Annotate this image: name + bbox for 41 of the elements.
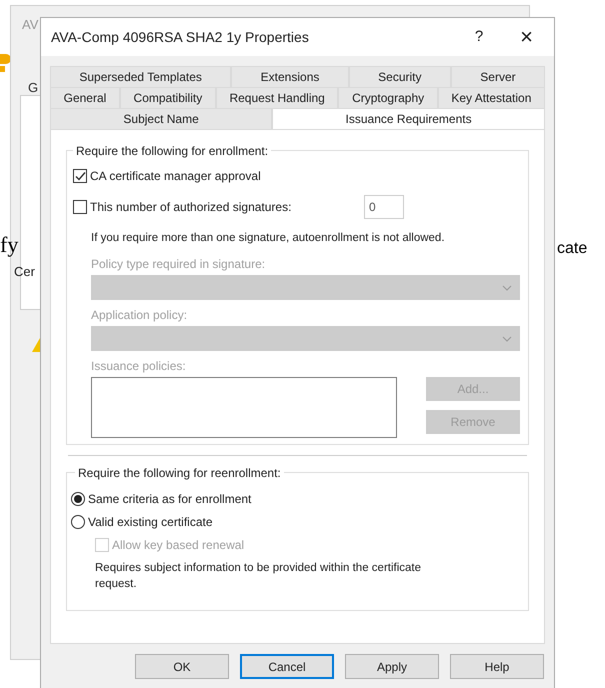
tab[interactable]: Cryptography [338, 87, 438, 108]
checkbox-label: CA certificate manager approval [90, 168, 261, 185]
dialog-button[interactable]: Cancel [240, 654, 334, 679]
checkbox-label: This number of authorized signatures: [90, 199, 292, 216]
window-title: AVA-Comp 4096RSA SHA2 1y Properties [51, 28, 310, 47]
number-field[interactable]: 0 [364, 195, 404, 219]
window-title: AV [22, 16, 38, 34]
info-text: Requires subject information to be provided within the certificate request. [94, 561, 422, 592]
chevron-down-icon [502, 284, 512, 291]
close-button[interactable]: × [499, 26, 554, 48]
dialog-button[interactable]: Apply [345, 654, 439, 679]
tab[interactable]: Subject Name [50, 108, 272, 129]
info-text: If you require more than one signature, autoenrollment is not allowed. [91, 231, 446, 246]
checkbox[interactable] [73, 169, 87, 183]
text-fragment: fy [0, 234, 18, 256]
field-label: Application policy: [91, 307, 188, 324]
checkbox[interactable] [73, 200, 87, 214]
dialog-button[interactable]: Help [450, 654, 544, 679]
tab[interactable]: General [50, 87, 120, 108]
list-box[interactable] [91, 377, 397, 438]
radio-label: Valid existing certificate [88, 514, 212, 531]
tab[interactable]: Superseded Templates [50, 66, 232, 87]
field-label: Policy type required in signature: [91, 256, 266, 274]
text-fragment: cate [557, 239, 588, 259]
tab[interactable]: Issuance Requirements [272, 108, 546, 129]
radio-button[interactable] [71, 514, 85, 529]
field-label: Issuance policies: [91, 358, 187, 376]
tab[interactable]: Key Attestation [438, 87, 546, 108]
tab[interactable]: Security [348, 66, 451, 87]
tab[interactable]: Compatibility [120, 87, 216, 108]
field-label: Cer [14, 263, 35, 281]
tab[interactable]: Server [450, 66, 545, 87]
checkbox-label: Allow key based renewal [112, 536, 244, 554]
tab[interactable]: G [28, 78, 38, 98]
chevron-down-icon [502, 336, 512, 342]
dialog-button[interactable]: OK [135, 654, 229, 679]
radio-button[interactable] [71, 492, 85, 506]
tab[interactable]: Request Handling [216, 87, 338, 108]
tab[interactable]: Extensions [231, 66, 349, 87]
radio-label: Same criteria as for enrollment [88, 490, 252, 508]
help-button[interactable]: ? [459, 26, 499, 48]
